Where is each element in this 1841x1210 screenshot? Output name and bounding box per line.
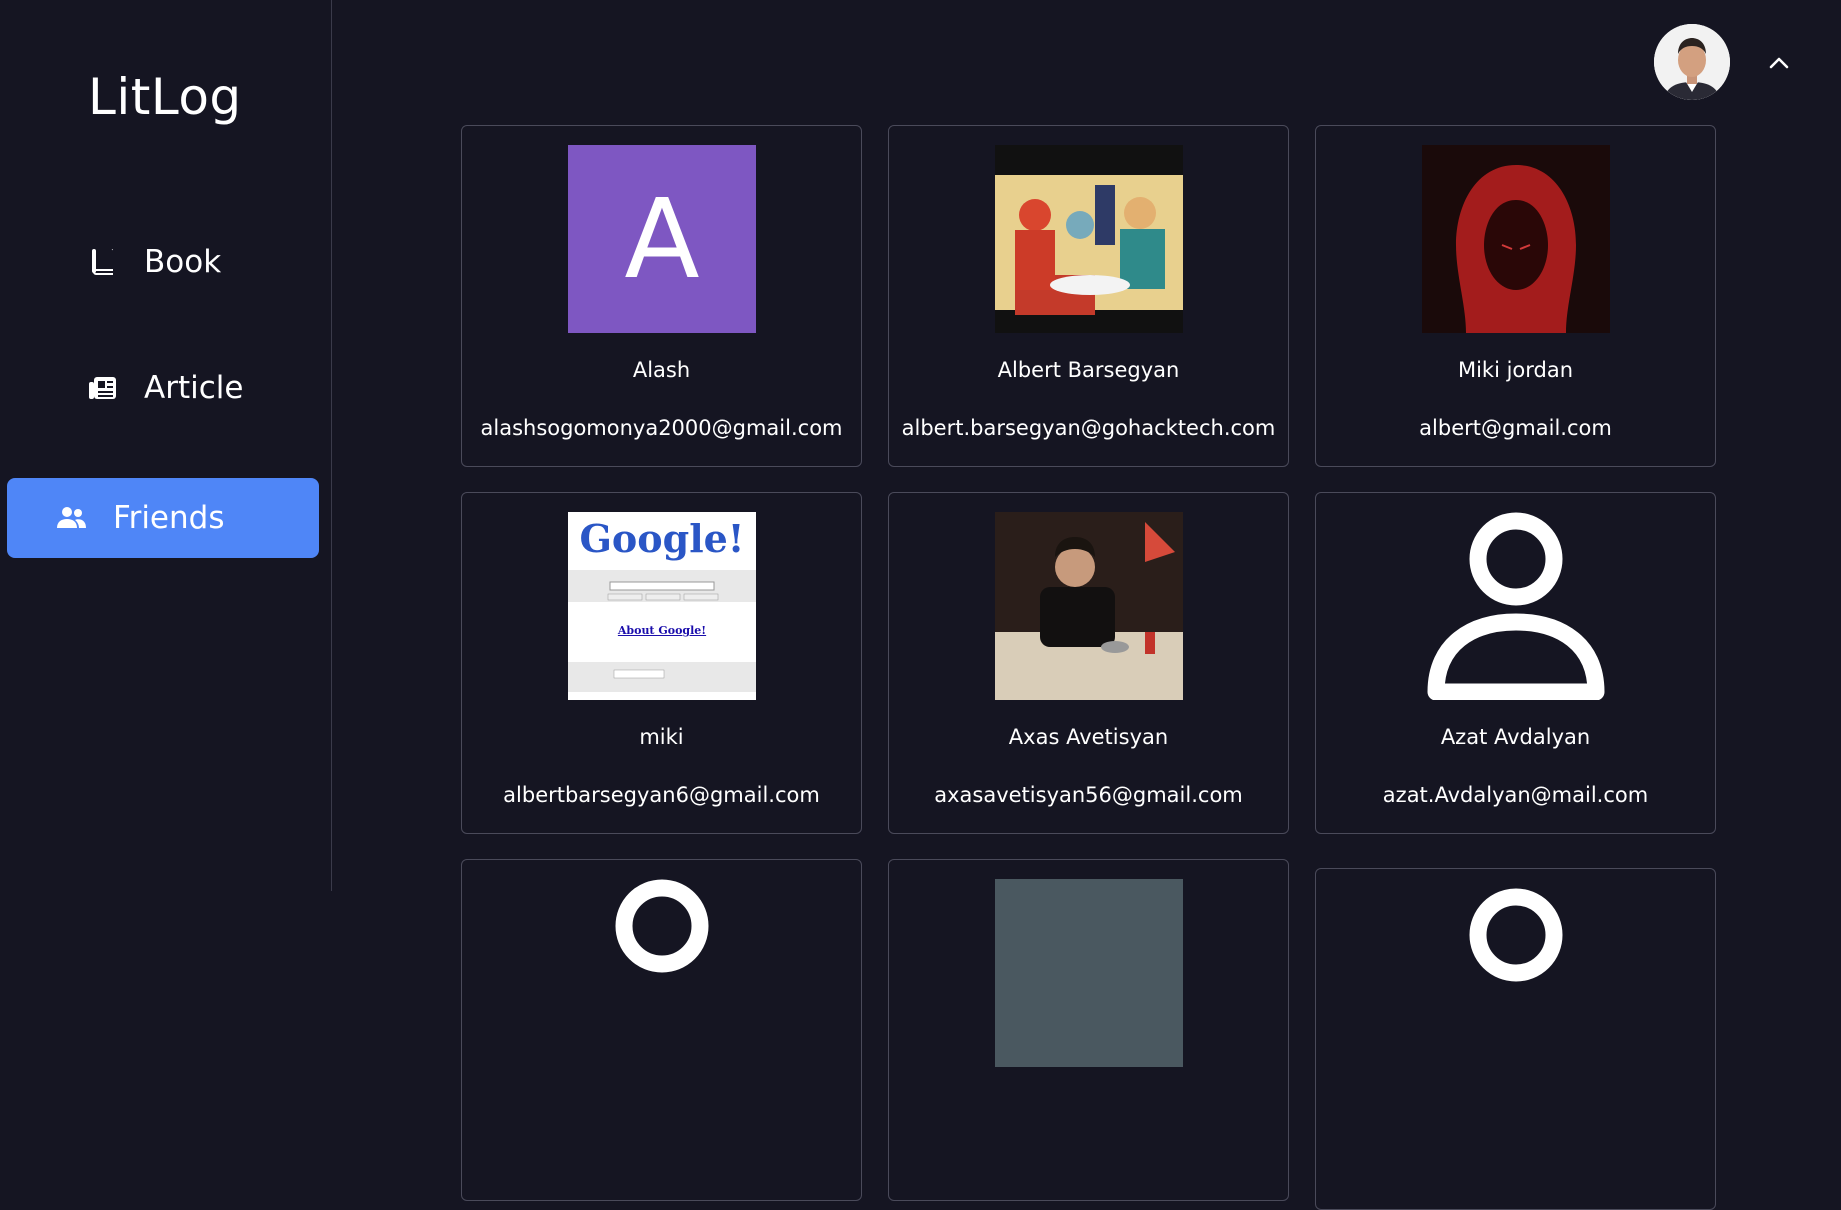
hooded-figure-image: [1422, 145, 1610, 333]
sidebar-item-article[interactable]: Article: [7, 348, 319, 428]
friend-email: azat.Avdalyan@mail.com: [1382, 783, 1649, 807]
user-photo-icon: [1654, 24, 1730, 100]
friend-card[interactable]: A Alash alashsogomonya2000@gmail.com: [461, 125, 862, 467]
friend-name: miki: [639, 725, 684, 749]
friend-card[interactable]: Azat Avdalyan azat.Avdalyan@mail.com: [1315, 492, 1716, 834]
newspaper-icon: [89, 377, 116, 399]
users-icon: [57, 507, 86, 528]
sidebar-item-label: Friends: [113, 500, 225, 536]
friend-email: albert.barsegyan@gohacktech.com: [901, 416, 1276, 440]
friend-card[interactable]: [888, 859, 1289, 1201]
sidebar-item-label: Article: [144, 370, 244, 406]
app-logo[interactable]: LitLog: [88, 68, 242, 126]
friend-card[interactable]: Miki jordan albert@gmail.com: [1315, 125, 1716, 467]
default-user-icon: [1422, 512, 1610, 700]
friend-name: Miki jordan: [1457, 358, 1574, 382]
sidebar-item-book[interactable]: Book: [7, 222, 319, 302]
photo-image: [995, 512, 1183, 700]
friend-name: Albert Barsegyan: [997, 358, 1180, 382]
letter-avatar: A: [568, 145, 756, 333]
friend-card[interactable]: Axas Avetisyan axasavetisyan56@gmail.com: [888, 492, 1289, 834]
google-logo-text: Google!: [579, 516, 745, 561]
friend-email: alashsogomonya2000@gmail.com: [480, 416, 843, 440]
friend-name: Azat Avdalyan: [1440, 725, 1591, 749]
default-user-icon: [568, 879, 756, 1067]
friend-email: albertbarsegyan6@gmail.com: [503, 783, 820, 807]
friend-card[interactable]: [1315, 868, 1716, 1210]
friend-card[interactable]: Google! About Google! miki albertbarsegy…: [461, 492, 862, 834]
google-screenshot-image: Google! About Google!: [568, 512, 756, 700]
friend-name: Axas Avetisyan: [1008, 725, 1169, 749]
sidebar-item-label: Book: [144, 244, 222, 280]
drawing-image: [995, 145, 1183, 333]
sidebar: LitLog Book Article Friends: [0, 0, 332, 891]
default-user-icon: [1422, 888, 1610, 1076]
friend-card[interactable]: Albert Barsegyan albert.barsegyan@gohack…: [888, 125, 1289, 467]
book-icon: [92, 249, 113, 275]
friend-card[interactable]: [461, 859, 862, 1201]
chevron-up-icon[interactable]: [1764, 48, 1794, 78]
sidebar-item-friends[interactable]: Friends: [7, 478, 319, 558]
user-avatar[interactable]: [1654, 24, 1730, 100]
about-google-link-text: About Google!: [617, 624, 707, 637]
photo-image: [995, 879, 1183, 1067]
friend-email: albert@gmail.com: [1419, 416, 1612, 440]
friend-email: axasavetisyan56@gmail.com: [934, 783, 1243, 807]
friend-name: Alash: [632, 358, 691, 382]
